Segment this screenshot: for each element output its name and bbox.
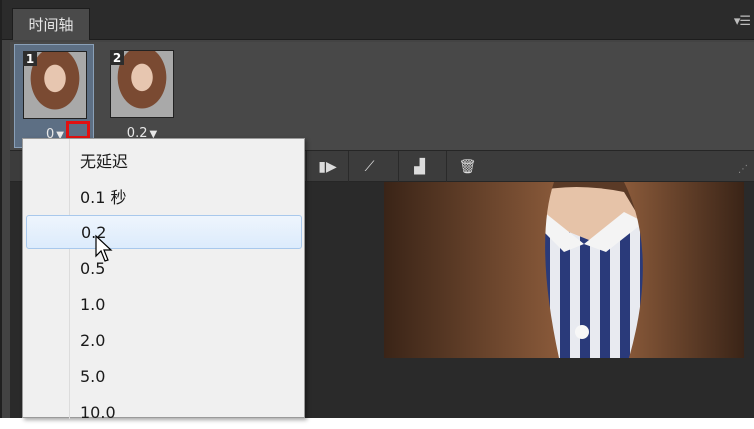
- menu-item-5-0[interactable]: 5.0: [26, 359, 302, 393]
- panel-menu-icon[interactable]: ▾☰: [734, 14, 751, 29]
- duplicate-frame-icon[interactable]: ▟: [398, 151, 440, 182]
- photo-preview: [384, 182, 744, 358]
- tween-icon[interactable]: ⟋: [348, 151, 390, 182]
- annotation-highlight-box: [66, 121, 90, 139]
- frames-strip: 1 0 ▼ 2 0.2 ▼: [10, 42, 754, 150]
- mouse-pointer-icon: [95, 234, 113, 262]
- resize-grip-icon[interactable]: ⋰: [738, 164, 748, 175]
- play-next-frame-icon[interactable]: ▮▶: [306, 151, 348, 182]
- menu-item-2-0[interactable]: 2.0: [26, 323, 302, 357]
- panel-tab-bar: 时间轴 ▾☰: [2, 0, 754, 40]
- frame-2[interactable]: 2 0.2 ▼: [102, 44, 182, 148]
- delay-dropdown-menu: 无延迟 0.1 秒 0.2 0.5 1.0 2.0 5.0 10.0: [22, 138, 305, 422]
- menu-item-1-0[interactable]: 1.0: [26, 287, 302, 321]
- menu-item-10-0[interactable]: 10.0: [26, 395, 302, 429]
- timeline-panel: 时间轴 ▾☰ 1 0 ▼ 2 0.2 ▼ ▮▶ ⟋ ▟ 🗑 ⋰ 无延迟 0.1 …: [0, 0, 754, 422]
- menu-item-0-1[interactable]: 0.1 秒: [26, 179, 302, 213]
- delete-frame-icon[interactable]: 🗑: [446, 151, 488, 182]
- menu-item-0-2[interactable]: 0.2: [26, 215, 302, 249]
- frame-number: 1: [23, 51, 37, 66]
- frame-number: 2: [110, 50, 124, 65]
- tab-timeline[interactable]: 时间轴: [12, 8, 90, 40]
- menu-item-no-delay[interactable]: 无延迟: [26, 143, 302, 177]
- menu-item-0-5[interactable]: 0.5: [26, 251, 302, 285]
- tab-timeline-label: 时间轴: [28, 16, 74, 34]
